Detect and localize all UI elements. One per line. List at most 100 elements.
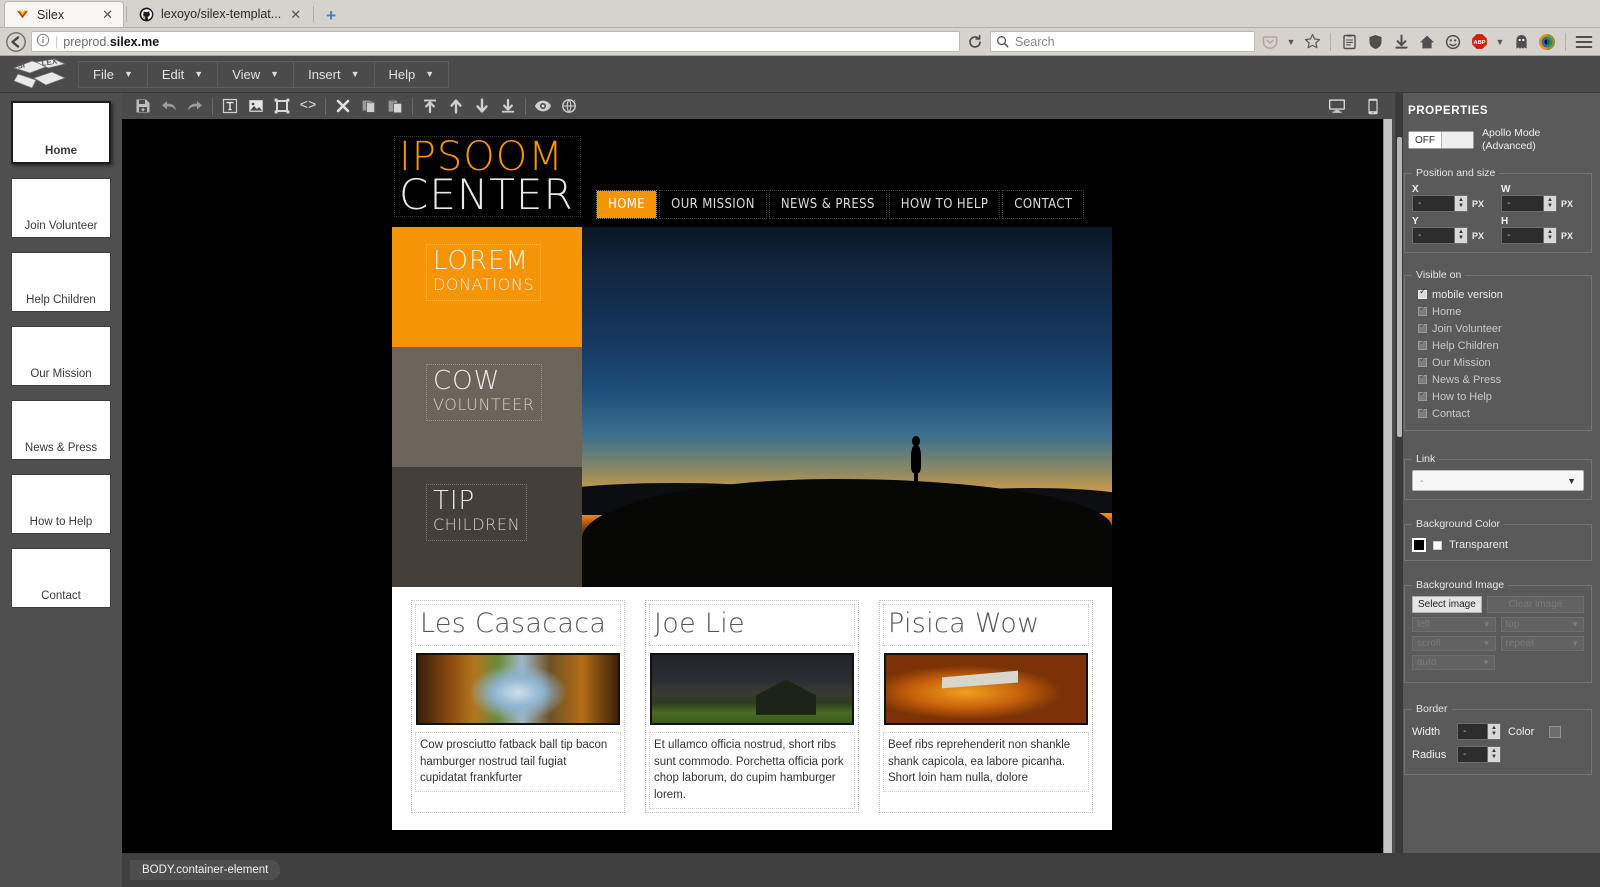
visible-on-our-mission[interactable]: Our Mission (1412, 354, 1584, 371)
page-thumb-how-to-help[interactable]: How to Help (11, 474, 111, 534)
page-thumb-help-children[interactable]: Help Children (11, 252, 111, 312)
card-image[interactable] (884, 653, 1088, 725)
insert-container-icon[interactable] (269, 94, 295, 118)
menu-file[interactable]: File ▼ (78, 60, 148, 88)
stepper-arrows[interactable]: ▲ ▼ (1487, 747, 1500, 763)
stepper-arrows[interactable]: ▲ ▼ (1543, 196, 1556, 212)
link-select[interactable]: - ▼ (1412, 470, 1584, 492)
hero-tile-donations[interactable]: LOREM DONATIONS (392, 227, 582, 347)
border-radius-input[interactable]: - ▲ ▼ (1457, 746, 1501, 764)
site-logo[interactable]: IPSOOM CENTER (394, 135, 581, 218)
menu-view[interactable]: View ▼ (218, 60, 295, 88)
visible-on-contact[interactable]: Contact (1412, 405, 1584, 422)
menu-edit[interactable]: Edit ▼ (148, 60, 219, 88)
move-down-icon[interactable] (469, 94, 495, 118)
nav-item-home[interactable]: HOME (595, 190, 658, 219)
visible-on-join-volunteer[interactable]: Join Volunteer (1412, 320, 1584, 337)
chevron-down-icon[interactable]: ▼ (1494, 37, 1506, 47)
menu-insert[interactable]: Insert ▼ (294, 60, 375, 88)
checkbox-icon[interactable] (1418, 338, 1427, 351)
visible-on-help-children[interactable]: Help Children (1412, 337, 1584, 354)
hero-tile-children[interactable]: TIP CHILDREN (392, 467, 582, 587)
publish-icon[interactable] (556, 94, 582, 118)
browser-tab-github[interactable]: lexoyo/silex-templat... ✕ (129, 1, 312, 27)
stepper-arrows[interactable]: ▲ ▼ (1543, 228, 1556, 244)
stage-scrollbar-thumb[interactable] (1384, 119, 1392, 853)
background-color-swatch[interactable] (1412, 538, 1426, 553)
download-icon[interactable] (1390, 31, 1412, 53)
menu-help[interactable]: Help ▼ (375, 60, 450, 88)
menu-icon[interactable] (1573, 31, 1595, 53)
properties-scrollbar-thumb[interactable] (1397, 137, 1402, 437)
move-up-icon[interactable] (443, 94, 469, 118)
preview-icon[interactable] (530, 94, 556, 118)
checkbox-icon[interactable] (1418, 372, 1427, 385)
nav-item-news-press[interactable]: NEWS & PRESS (768, 190, 887, 219)
card-joe-lie[interactable]: Joe Lie Et ullamco officia nostrud, shor… (645, 600, 859, 813)
save-icon[interactable] (130, 94, 156, 118)
website-preview[interactable]: IPSOOM CENTER HOME OUR MISSION NEWS & PR… (392, 119, 1112, 830)
card-pisica-wow[interactable]: Pisica Wow Beef ribs reprehenderit non s… (879, 600, 1093, 813)
visible-on-news-press[interactable]: News & Press (1412, 371, 1584, 388)
pocket-icon[interactable] (1259, 31, 1281, 53)
back-button[interactable] (5, 31, 27, 53)
checkbox-icon[interactable] (1418, 406, 1427, 419)
visible-on-how-to-help[interactable]: How to Help (1412, 388, 1584, 405)
stage-scrollbar[interactable] (1383, 119, 1392, 853)
privacy-badger-icon[interactable] (1536, 31, 1558, 53)
copy-icon[interactable] (356, 94, 382, 118)
h-input[interactable]: - ▲ ▼ (1501, 227, 1557, 245)
checkbox-icon[interactable] (1418, 321, 1427, 334)
undo-icon[interactable] (156, 94, 182, 118)
page-thumb-news-press[interactable]: News & Press (11, 400, 111, 460)
nav-item-our-mission[interactable]: OUR MISSION (659, 190, 767, 219)
redo-icon[interactable] (182, 94, 208, 118)
new-tab-button[interactable]: + (316, 7, 346, 27)
checkbox-icon[interactable] (1418, 355, 1427, 368)
close-icon[interactable]: ✕ (100, 8, 115, 21)
reload-button[interactable] (964, 31, 986, 53)
hero-tile-volunteer[interactable]: COW VOLUNTEER (392, 347, 582, 467)
nav-item-how-to-help[interactable]: HOW TO HELP (888, 190, 1001, 219)
visible-on-mobile-version[interactable]: mobile version (1412, 286, 1584, 303)
x-input[interactable]: - ▲ ▼ (1412, 195, 1468, 213)
page-thumb-home[interactable]: Home (11, 101, 111, 164)
site-info-icon[interactable] (36, 33, 50, 50)
cards-section[interactable]: Les Casacaca Cow prosciutto fatback ball… (392, 587, 1112, 830)
delete-icon[interactable] (330, 94, 356, 118)
shield-icon[interactable] (1364, 31, 1386, 53)
page-thumb-our-mission[interactable]: Our Mission (11, 326, 111, 386)
insert-image-icon[interactable] (243, 94, 269, 118)
select-image-button[interactable]: Select image (1412, 596, 1482, 614)
visible-on-home[interactable]: Home (1412, 303, 1584, 320)
properties-scrollbar[interactable] (1396, 93, 1403, 887)
y-input[interactable]: - ▲ ▼ (1412, 227, 1468, 245)
apollo-mode-toggle[interactable]: OFF (1408, 131, 1474, 150)
reader-icon[interactable] (1338, 31, 1360, 53)
transparent-checkbox[interactable] (1433, 540, 1442, 550)
stepper-arrows[interactable]: ▲ ▼ (1454, 228, 1467, 244)
w-input[interactable]: - ▲ ▼ (1501, 195, 1557, 213)
paste-icon[interactable] (382, 94, 408, 118)
chevron-down-icon[interactable]: ▼ (1285, 37, 1297, 47)
hero-section[interactable]: LOREM DONATIONS COW VOLUNTEER TIP CHILDR… (392, 227, 1112, 587)
move-to-bottom-icon[interactable] (495, 94, 521, 118)
site-header[interactable]: IPSOOM CENTER HOME OUR MISSION NEWS & PR… (392, 119, 1112, 227)
card-image[interactable] (650, 653, 854, 725)
ghostery-icon[interactable] (1510, 31, 1532, 53)
adblock-icon[interactable]: ABP (1468, 31, 1490, 53)
checkbox-icon[interactable] (1418, 304, 1427, 317)
page-thumb-join-volunteer[interactable]: Join Volunteer (11, 178, 111, 238)
editor-stage[interactable]: IPSOOM CENTER HOME OUR MISSION NEWS & PR… (122, 119, 1385, 853)
insert-html-icon[interactable]: <> (295, 94, 321, 118)
border-color-swatch[interactable] (1549, 725, 1561, 738)
search-input[interactable]: Search (990, 31, 1255, 52)
mobile-view-icon[interactable] (1360, 94, 1386, 118)
card-image[interactable] (416, 653, 620, 725)
nav-item-contact[interactable]: CONTACT (1002, 190, 1085, 219)
stepper-arrows[interactable]: ▲ ▼ (1487, 724, 1500, 740)
insert-text-icon[interactable] (217, 94, 243, 118)
browser-tab-silex[interactable]: Silex ✕ (4, 1, 124, 27)
address-bar[interactable]: | preprod.silex.me (31, 31, 960, 52)
silex-logo[interactable]: SI LEX (0, 56, 78, 93)
